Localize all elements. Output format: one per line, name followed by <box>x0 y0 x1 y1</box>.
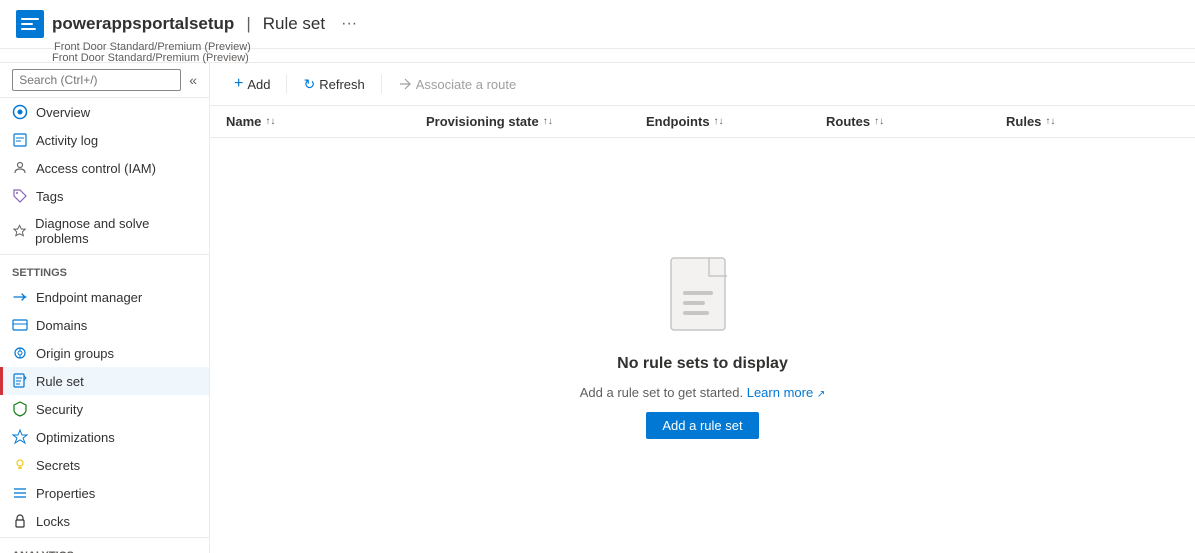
external-link-icon: ↗ <box>817 389 825 400</box>
col-header-endpoints[interactable]: Endpoints ↑↓ <box>646 114 826 129</box>
locks-icon <box>12 513 28 529</box>
content-area: + Add ↻ Refresh Associate a route Name ↑… <box>210 63 1195 553</box>
col-header-name[interactable]: Name ↑↓ <box>226 114 426 129</box>
origin-groups-icon <box>12 345 28 361</box>
page-header: powerappsportalsetup | Rule set ··· Fron… <box>0 0 1195 49</box>
col-name-label: Name <box>226 114 261 129</box>
optimizations-label: Optimizations <box>36 430 115 445</box>
sidebar-item-tags[interactable]: Tags <box>0 182 209 210</box>
sidebar-item-secrets[interactable]: Secrets <box>0 451 209 479</box>
learn-more-link[interactable]: Learn more <box>747 385 813 400</box>
col-routes-label: Routes <box>826 114 870 129</box>
col-prov-sort-icon: ↑↓ <box>543 116 553 127</box>
col-rules-label: Rules <box>1006 114 1041 129</box>
overview-label: Overview <box>36 105 90 120</box>
refresh-label: Refresh <box>319 77 365 92</box>
associate-route-icon <box>398 77 412 91</box>
diagnose-icon <box>12 223 27 239</box>
add-button[interactable]: + Add <box>226 71 278 97</box>
domains-label: Domains <box>36 318 87 333</box>
sidebar-item-access-control[interactable]: Access control (IAM) <box>0 154 209 182</box>
search-input[interactable] <box>12 69 181 91</box>
sidebar-item-origin-groups[interactable]: Origin groups <box>0 339 209 367</box>
col-header-rules[interactable]: Rules ↑↓ <box>1006 114 1186 129</box>
sidebar-item-overview[interactable]: Overview <box>0 98 209 126</box>
table-header: Name ↑↓ Provisioning state ↑↓ Endpoints … <box>210 106 1195 138</box>
sidebar-item-rule-set[interactable]: Rule set <box>0 367 209 395</box>
empty-state-subtitle-text: Add a rule set to get started. <box>580 385 743 400</box>
add-label: Add <box>247 77 270 92</box>
header-separator: | <box>246 14 250 34</box>
access-control-icon <box>12 160 28 176</box>
rule-set-label: Rule set <box>36 374 84 389</box>
settings-section-label: Settings <box>0 257 209 283</box>
properties-icon <box>12 485 28 501</box>
sidebar-item-diagnose[interactable]: Diagnose and solve problems <box>0 210 209 252</box>
resource-name: powerappsportalsetup <box>52 14 234 34</box>
activity-log-label: Activity log <box>36 133 98 148</box>
overview-icon <box>12 104 28 120</box>
resource-icon <box>16 10 44 38</box>
col-endpoints-label: Endpoints <box>646 114 710 129</box>
refresh-icon: ↻ <box>303 76 315 93</box>
col-rules-sort-icon: ↑↓ <box>1045 116 1055 127</box>
empty-state-subtitle: Add a rule set to get started. Learn mor… <box>580 385 825 400</box>
origin-groups-label: Origin groups <box>36 346 114 361</box>
empty-state-title: No rule sets to display <box>617 355 788 373</box>
col-routes-sort-icon: ↑↓ <box>874 116 884 127</box>
sidebar-item-activity-log[interactable]: Activity log <box>0 126 209 154</box>
collapse-button[interactable]: « <box>185 70 201 90</box>
sidebar: « Overview Activity log Access control <box>0 63 210 553</box>
refresh-button[interactable]: ↻ Refresh <box>295 72 372 97</box>
domains-icon <box>12 317 28 333</box>
security-icon <box>12 401 28 417</box>
sidebar-item-locks[interactable]: Locks <box>0 507 209 535</box>
diagnose-label: Diagnose and solve problems <box>35 216 197 246</box>
access-control-label: Access control (IAM) <box>36 161 156 176</box>
more-options-icon[interactable]: ··· <box>341 15 357 33</box>
properties-label: Properties <box>36 486 95 501</box>
activity-log-icon <box>12 132 28 148</box>
toolbar-separator-1 <box>286 74 287 94</box>
associate-route-button[interactable]: Associate a route <box>390 73 524 96</box>
search-box: « <box>0 63 209 98</box>
page-title: Rule set <box>263 14 325 34</box>
toolbar: + Add ↻ Refresh Associate a route <box>210 63 1195 106</box>
add-rule-set-button[interactable]: Add a rule set <box>646 412 758 439</box>
toolbar-separator-2 <box>381 74 382 94</box>
col-name-sort-icon: ↑↓ <box>265 116 275 127</box>
endpoint-manager-icon <box>12 289 28 305</box>
endpoint-manager-label: Endpoint manager <box>36 290 142 305</box>
rule-set-icon <box>12 373 28 389</box>
col-header-provisioning[interactable]: Provisioning state ↑↓ <box>426 114 646 129</box>
sidebar-item-security[interactable]: Security <box>0 395 209 423</box>
locks-label: Locks <box>36 514 70 529</box>
empty-state-icon <box>663 253 743 343</box>
security-label: Security <box>36 402 83 417</box>
col-endpoints-sort-icon: ↑↓ <box>714 116 724 127</box>
sidebar-item-properties[interactable]: Properties <box>0 479 209 507</box>
col-prov-label: Provisioning state <box>426 114 539 129</box>
analytics-section-label: Analytics <box>0 540 209 553</box>
secrets-label: Secrets <box>36 458 80 473</box>
add-icon: + <box>234 75 243 93</box>
tags-label: Tags <box>36 189 63 204</box>
optimizations-icon <box>12 429 28 445</box>
sub-label: Front Door Standard/Premium (Preview) <box>54 41 251 53</box>
sidebar-item-optimizations[interactable]: Optimizations <box>0 423 209 451</box>
secrets-icon <box>12 457 28 473</box>
sidebar-item-domains[interactable]: Domains <box>0 311 209 339</box>
col-header-routes[interactable]: Routes ↑↓ <box>826 114 1006 129</box>
sidebar-item-endpoint-manager[interactable]: Endpoint manager <box>0 283 209 311</box>
empty-state: No rule sets to display Add a rule set t… <box>210 138 1195 553</box>
tags-icon <box>12 188 28 204</box>
associate-route-label: Associate a route <box>416 77 516 92</box>
